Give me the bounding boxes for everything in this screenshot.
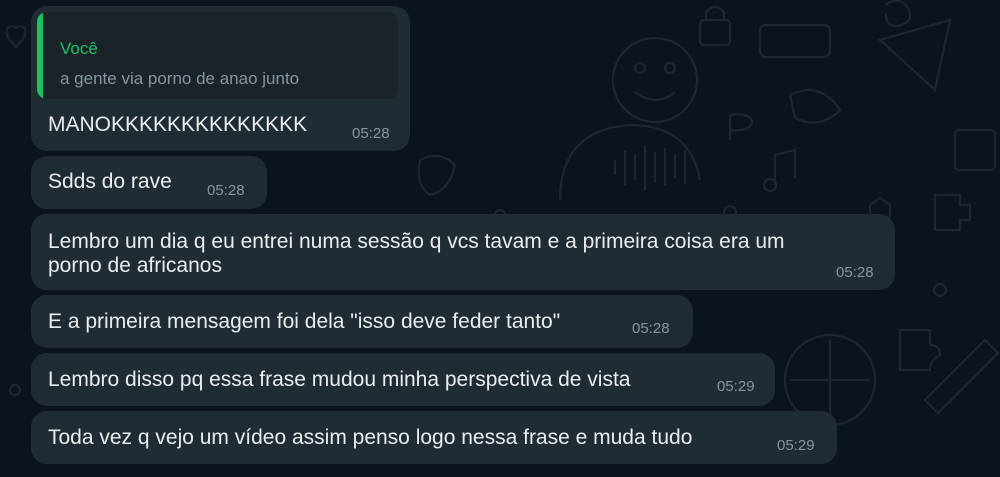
message-bubble[interactable]: E a primeira mensagem foi dela "isso dev… (31, 295, 693, 348)
quote-accent-bar (37, 12, 43, 99)
message-time: 05:28 (632, 320, 670, 337)
message-list[interactable]: Você a gente via porno de anao junto MAN… (0, 0, 1000, 477)
message-text: Toda vez q vejo um vídeo assim penso log… (48, 426, 693, 449)
message-bubble[interactable]: Lembro um dia q eu entrei numa sessão q … (31, 214, 895, 290)
message-text: E a primeira mensagem foi dela "isso dev… (48, 310, 561, 333)
quote-text: a gente via porno de anao junto (60, 69, 300, 88)
message-text: MANOKKKKKKKKKKKKKK (48, 113, 308, 136)
message-time: 05:29 (777, 437, 815, 454)
message-time: 05:28 (207, 182, 245, 199)
message-time: 05:28 (352, 125, 390, 142)
quote-author: Você (60, 39, 98, 58)
message-text: porno de africanos (48, 254, 222, 277)
message-bubble[interactable]: Sdds do rave 05:28 (31, 156, 267, 209)
message-time: 05:29 (717, 378, 755, 395)
message-text: Sdds do rave (48, 170, 172, 193)
message-time: 05:28 (836, 264, 874, 281)
message-bubble[interactable]: Lembro disso pq essa frase mudou minha p… (31, 353, 775, 406)
quoted-reply[interactable]: Você a gente via porno de anao junto (37, 12, 398, 99)
message-text: Lembro disso pq essa frase mudou minha p… (48, 368, 631, 391)
message-text: Lembro um dia q eu entrei numa sessão q … (48, 230, 785, 253)
message-bubble[interactable]: Você a gente via porno de anao junto MAN… (31, 6, 410, 151)
message-bubble[interactable]: Toda vez q vejo um vídeo assim penso log… (31, 411, 837, 464)
